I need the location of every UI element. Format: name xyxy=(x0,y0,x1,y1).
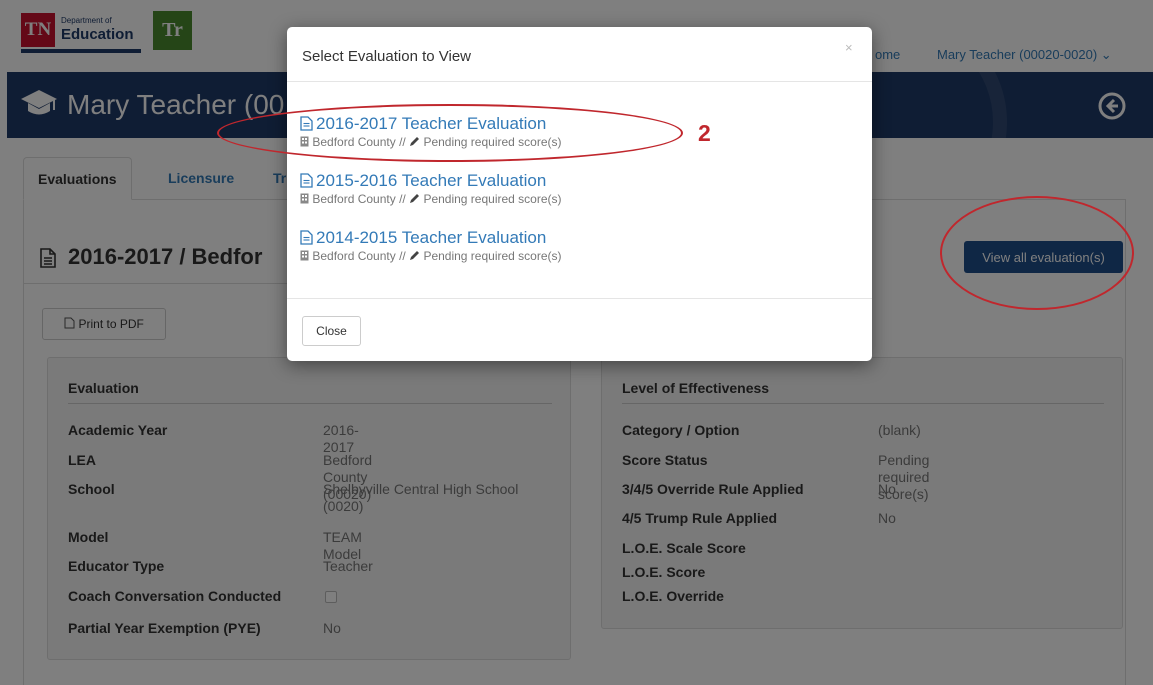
evaluation-meta: Bedford County // Pending required score… xyxy=(300,192,720,206)
evaluation-option: 2015-2016 Teacher Evaluation Bedford Cou… xyxy=(300,171,720,206)
building-icon xyxy=(300,193,309,204)
building-icon xyxy=(300,250,309,261)
annotation-highlight-ellipse xyxy=(940,196,1134,310)
file-text-icon xyxy=(300,173,313,188)
pencil-icon xyxy=(410,251,420,260)
evaluation-title: 2015-2016 Teacher Evaluation xyxy=(316,171,547,190)
modal-title: Select Evaluation to View xyxy=(302,48,471,65)
evaluation-lea: Bedford County xyxy=(312,249,396,263)
meta-separator: // xyxy=(399,192,406,206)
evaluation-link-2014-2015[interactable]: 2014-2015 Teacher Evaluation xyxy=(300,228,720,248)
evaluation-meta: Bedford County // Pending required score… xyxy=(300,249,720,263)
select-evaluation-modal: Select Evaluation to View × 2016-2017 Te… xyxy=(287,27,872,361)
close-button[interactable]: Close xyxy=(302,316,361,346)
evaluation-link-2015-2016[interactable]: 2015-2016 Teacher Evaluation xyxy=(300,171,720,191)
pencil-icon xyxy=(410,194,420,203)
modal-footer: Close xyxy=(287,298,872,361)
annotation-highlight-ellipse xyxy=(217,104,683,162)
evaluation-title: 2014-2015 Teacher Evaluation xyxy=(316,228,547,247)
evaluation-status: Pending required score(s) xyxy=(423,249,562,263)
modal-header: Select Evaluation to View × xyxy=(287,27,872,82)
file-text-icon xyxy=(300,230,313,245)
evaluation-status: Pending required score(s) xyxy=(423,192,562,206)
annotation-step-number: 2 xyxy=(698,120,711,146)
meta-separator: // xyxy=(399,249,406,263)
evaluation-lea: Bedford County xyxy=(312,192,396,206)
evaluation-option: 2014-2015 Teacher Evaluation Bedford Cou… xyxy=(300,228,720,263)
close-icon[interactable]: × xyxy=(845,40,853,55)
